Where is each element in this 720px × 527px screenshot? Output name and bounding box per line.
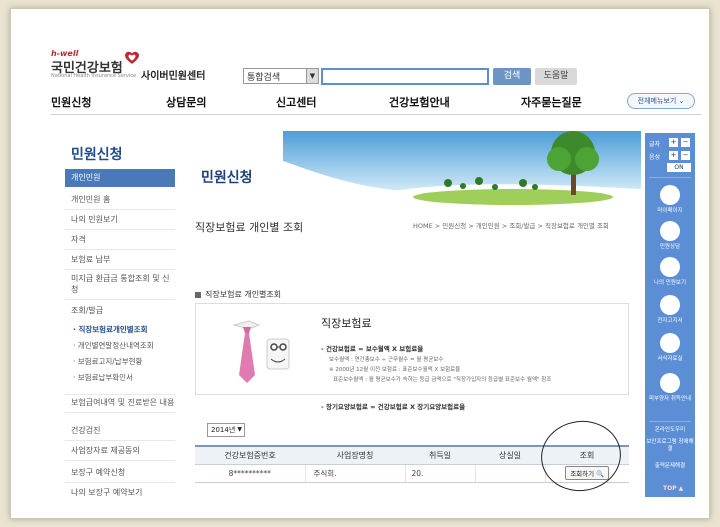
divider: [649, 177, 691, 178]
voice-increase-button[interactable]: +: [669, 151, 678, 160]
company-cell: 주식회.: [304, 464, 405, 483]
quick-item-mypage[interactable]: 마이페이지: [645, 208, 695, 215]
year-select[interactable]: 2014년 ▼: [207, 423, 245, 437]
gnb-item-faq[interactable]: 자주묻는질문: [521, 94, 582, 110]
lnb-sub-item[interactable]: · 직장보험료개인별조회: [73, 324, 147, 335]
all-menu-button[interactable]: 전체메뉴보기 ⌄: [627, 93, 695, 109]
font-decrease-button[interactable]: −: [681, 138, 690, 147]
quick-item-print[interactable]: 출력문제해결: [645, 463, 695, 470]
lnb-item-qualification[interactable]: 자격: [65, 234, 175, 250]
lnb-sub-label: 보험료고지/납부현황: [77, 357, 143, 366]
font-size-label: 글자: [649, 141, 661, 148]
pen-icon[interactable]: [660, 333, 680, 353]
lnb-title: 민원신청: [71, 147, 123, 163]
formula-longterm: - 장기요양보험료 = 건강보험료 X 장기요양보험료율: [321, 403, 466, 411]
column-header: 사업장명칭: [305, 445, 405, 465]
lnb-item-consent[interactable]: 사업장자료 제공동의: [65, 445, 175, 461]
voice-on-button[interactable]: ON: [667, 163, 691, 172]
quick-item-my-complaints[interactable]: 나의 민원보기: [645, 280, 695, 287]
quick-item-e-notice[interactable]: 전자고지서: [645, 318, 695, 325]
column-header: 건강보험증번호: [195, 445, 305, 465]
divider: [649, 421, 691, 422]
lnb-sub-label: 개인별연말정산내역조회: [77, 341, 154, 350]
family-icon[interactable]: [660, 373, 680, 393]
lnb-item-personal[interactable]: 개인민원: [65, 169, 175, 187]
lnb-item-home[interactable]: 개인민원 홈: [65, 194, 175, 210]
section-label: 직장보험료 개인별조회: [195, 289, 281, 300]
quick-item-dependent[interactable]: 피부양자 취득안내: [645, 396, 695, 403]
heart-logo-icon: [125, 51, 139, 64]
gnb-item-consult[interactable]: 상담문의: [166, 94, 206, 110]
chevron-down-icon: ▼: [306, 69, 318, 83]
document-icon[interactable]: [660, 257, 680, 277]
quick-item-forms[interactable]: 서식자료실: [645, 356, 695, 363]
lnb-item-benefits[interactable]: 보험급여내역 및 진료받은 내용: [65, 394, 175, 413]
font-increase-button[interactable]: +: [669, 138, 678, 147]
search-input[interactable]: [321, 68, 489, 85]
quick-item-security[interactable]: 보안프로그램 장애해결: [645, 439, 695, 453]
lnb-item-refund[interactable]: 미지급 환급금 통합조회 및 신청: [65, 273, 175, 300]
browser-page: h-well 국민건강보험 National Health Insurance …: [10, 8, 710, 519]
quick-menu: 글자 + − 음성 + − ON 마이페이지 민원상담 나의 민원보기 전자고지…: [645, 133, 695, 497]
envelope-icon[interactable]: [660, 295, 680, 315]
headset-icon[interactable]: [660, 221, 680, 241]
lnb-item-inquiry[interactable]: 조회/발급: [65, 305, 175, 320]
gnb-item-report[interactable]: 신고센터: [276, 94, 316, 110]
gnb-divider: [51, 114, 701, 115]
voice-label: 음성: [649, 154, 661, 161]
gnb-item-apply[interactable]: 민원신청: [51, 94, 91, 110]
quick-item-online-help[interactable]: 온라인도우미: [645, 427, 695, 434]
lnb-item-my-complaints[interactable]: 나의 민원보기: [65, 214, 175, 230]
tie-illustration-icon: [232, 320, 290, 383]
help-button[interactable]: 도움말: [535, 68, 577, 85]
hand-drawn-circle: [536, 415, 626, 497]
year-value: 2014년: [211, 426, 236, 434]
lnb-sub-label: 보험료납부확인서: [77, 373, 133, 382]
top-button[interactable]: TOP ▲: [663, 485, 683, 492]
lnb-item-checkup[interactable]: 건강검진: [65, 425, 175, 441]
column-header: 상실일: [475, 445, 545, 465]
chevron-down-icon: ▼: [237, 426, 242, 433]
quick-item-consult[interactable]: 민원상담: [645, 244, 695, 251]
formula-detail: 보수월액 : 연간총보수 ÷ 근무월수 = 월 평균보수: [329, 357, 444, 363]
monitor-icon[interactable]: [660, 185, 680, 205]
lnb-sub-item[interactable]: · 개인별연말정산내역조회: [73, 340, 154, 351]
search-scope-value: 통합검색: [247, 73, 281, 83]
column-header: 취득일: [405, 445, 475, 465]
lnb-item-device-reserve[interactable]: 보장구 예약신청: [65, 467, 175, 483]
logo-english: National Health Insurance Service: [51, 73, 137, 79]
lnb-item-payment[interactable]: 보험료 납부: [65, 254, 175, 270]
formula-health: - 건강보험료 = 보수월액 X 보험료율: [321, 345, 424, 353]
banner-illustration: [283, 131, 641, 209]
center-name: 사이버민원센터: [141, 71, 206, 82]
lnb-sub-label: 직장보험료개인별조회: [78, 325, 148, 334]
acquired-date-cell: 20.: [404, 464, 475, 483]
formula-detail: 표준보수월액 : 월 평균보수가 속하는 등급 금액으로 "직장가입자의 등급별…: [333, 377, 552, 383]
lnb-item-my-device[interactable]: 나의 보장구 예약보기: [65, 487, 175, 502]
page-title: 민원신청: [201, 170, 253, 186]
gnb-item-guide[interactable]: 건강보험안내: [389, 94, 450, 110]
sub-title: 직장보험료 개인별 조회: [195, 221, 304, 234]
breadcrumb: HOME > 민원신청 > 개인민원 > 조회/발급 > 직장보험료 개인별 조…: [413, 222, 609, 230]
box-title: 직장보험료: [321, 317, 372, 330]
search-scope-select[interactable]: 통합검색 ▼: [243, 68, 319, 84]
lnb-sub-item[interactable]: · 보험료납부확인서: [73, 372, 133, 383]
card-number-cell: 8**********: [195, 464, 305, 483]
lost-date-cell: [474, 464, 545, 483]
voice-decrease-button[interactable]: −: [681, 151, 690, 160]
formula-detail: ※ 2000년 12월 이전 보험료 : 표준보수월액 X 보험료율: [329, 367, 461, 373]
lnb-sub-item[interactable]: · 보험료고지/납부현황: [73, 356, 142, 367]
all-menu-label: 전체메뉴보기: [637, 97, 677, 105]
search-button[interactable]: 검색: [493, 68, 531, 85]
